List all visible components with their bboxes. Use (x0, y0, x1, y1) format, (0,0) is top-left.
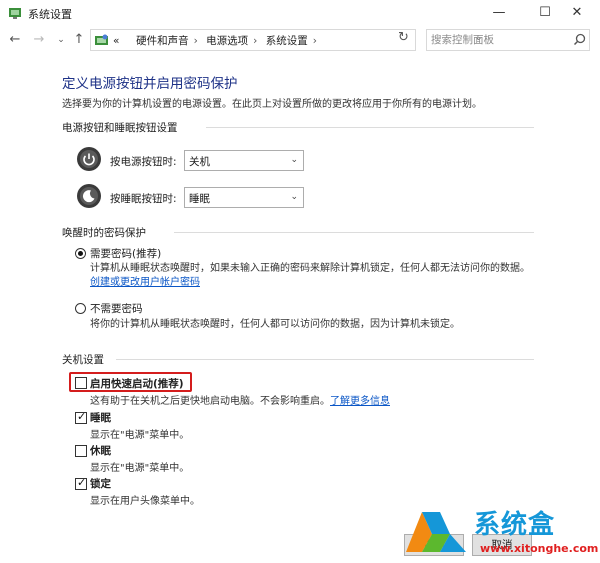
learn-more-link[interactable]: 了解更多信息 (330, 396, 390, 407)
control-panel-icon (9, 8, 21, 19)
fast-startup-checkbox[interactable] (75, 377, 87, 389)
no-password-radio[interactable] (75, 303, 86, 314)
lock-label[interactable]: 锁定 (90, 476, 111, 491)
section-heading-shutdown: 关机设置 (62, 354, 104, 366)
control-panel-icon (95, 34, 108, 45)
no-password-label[interactable]: 不需要密码 (90, 301, 143, 316)
section-heading-power-buttons: 电源按钮和睡眠按钮设置 (62, 122, 178, 134)
watermark: 系统盒 www.xitonghe.com (400, 502, 600, 563)
page-description: 选择要为你的计算机设置的电源设置。在此页上对设置所做的更改将应用于你所有的电源计… (62, 99, 482, 110)
power-button-action-select[interactable]: 关机 ⌄ (184, 150, 304, 171)
fast-startup-description: 这有助于在关机之后更快地启动电脑。不会影响重启。了解更多信息 (90, 392, 390, 407)
hibernate-description: 显示在"电源"菜单中。 (90, 463, 190, 474)
sleep-button-action-select[interactable]: 睡眠 ⌄ (184, 187, 304, 208)
sleep-button-action-value: 睡眠 (189, 193, 210, 205)
up-arrow-icon[interactable]: ↑ (70, 31, 88, 49)
fast-startup-description-text: 这有助于在关机之后更快地启动电脑。不会影响重启。 (90, 396, 330, 407)
power-button-label: 按电源按钮时: (110, 156, 177, 168)
watermark-url: www.xitonghe.com (480, 542, 599, 555)
breadcrumb-hardware-sound[interactable]: 硬件和声音 (136, 35, 189, 47)
sleep-description: 显示在"电源"菜单中。 (90, 430, 190, 441)
section-heading-wake-password: 唤醒时的密码保护 (62, 227, 146, 239)
window-title: 系统设置 (28, 8, 72, 21)
require-password-description: 计算机从睡眠状态唤醒时，如果未输入正确的密码来解除计算机锁定，任何人都无法访问你… (90, 263, 530, 274)
minimize-button[interactable]: — (476, 0, 522, 26)
breadcrumb-power-options[interactable]: 电源选项 (206, 35, 248, 47)
title-bar: 系统设置 — ☐ ✕ (0, 0, 600, 26)
chevron-down-icon: ⌄ (290, 192, 298, 202)
search-input[interactable] (431, 32, 561, 48)
breadcrumb-system-settings[interactable]: 系统设置 (266, 35, 308, 47)
search-icon[interactable] (573, 33, 586, 46)
breadcrumb-separator-icon[interactable]: › (313, 35, 317, 47)
lock-checkbox[interactable] (75, 476, 87, 490)
breadcrumb-separator-icon[interactable]: › (194, 35, 198, 47)
sleep-button-icon (77, 184, 101, 208)
power-button-action-value: 关机 (189, 156, 210, 168)
section-divider (174, 232, 534, 233)
recent-locations-chevron-icon[interactable]: ⌄ (52, 31, 70, 49)
watermark-logo-icon (406, 512, 466, 552)
require-password-link-row: 创建或更改用户帐户密码 (90, 275, 540, 290)
require-password-radio[interactable] (75, 248, 86, 259)
close-button[interactable]: ✕ (554, 0, 600, 26)
page-title: 定义电源按钮并启用密码保护 (62, 76, 238, 92)
fast-startup-label[interactable]: 启用快速启动(推荐) (90, 376, 184, 391)
breadcrumb-separator-icon[interactable]: › (253, 35, 257, 47)
forward-arrow-icon[interactable]: → (30, 31, 48, 49)
hibernate-label[interactable]: 休眠 (90, 443, 111, 458)
chevron-down-icon: ⌄ (290, 155, 298, 165)
hibernate-checkbox[interactable] (75, 445, 87, 457)
sleep-checkbox[interactable] (75, 410, 87, 424)
lock-description: 显示在用户头像菜单中。 (90, 496, 200, 507)
back-arrow-icon[interactable]: ← (6, 31, 24, 49)
sleep-button-label: 按睡眠按钮时: (110, 193, 177, 205)
breadcrumb-overflow[interactable]: « (113, 35, 119, 47)
section-divider (206, 127, 534, 128)
search-box[interactable] (426, 29, 590, 51)
address-bar[interactable]: « 硬件和声音 › 电源选项 › 系统设置 › ⌄ (90, 29, 483, 51)
change-password-link[interactable]: 创建或更改用户帐户密码 (90, 277, 200, 288)
sleep-label[interactable]: 睡眠 (90, 410, 111, 425)
no-password-description: 将你的计算机从睡眠状态唤醒时，任何人都可以访问你的数据，因为计算机未锁定。 (90, 319, 460, 330)
require-password-label[interactable]: 需要密码(推荐) (90, 246, 161, 261)
section-divider (116, 359, 534, 360)
refresh-icon[interactable]: ↻ (398, 30, 409, 45)
power-button-icon (77, 147, 101, 171)
watermark-name: 系统盒 (474, 510, 556, 540)
breadcrumb: « 硬件和声音 › 电源选项 › 系统设置 › (113, 33, 322, 48)
